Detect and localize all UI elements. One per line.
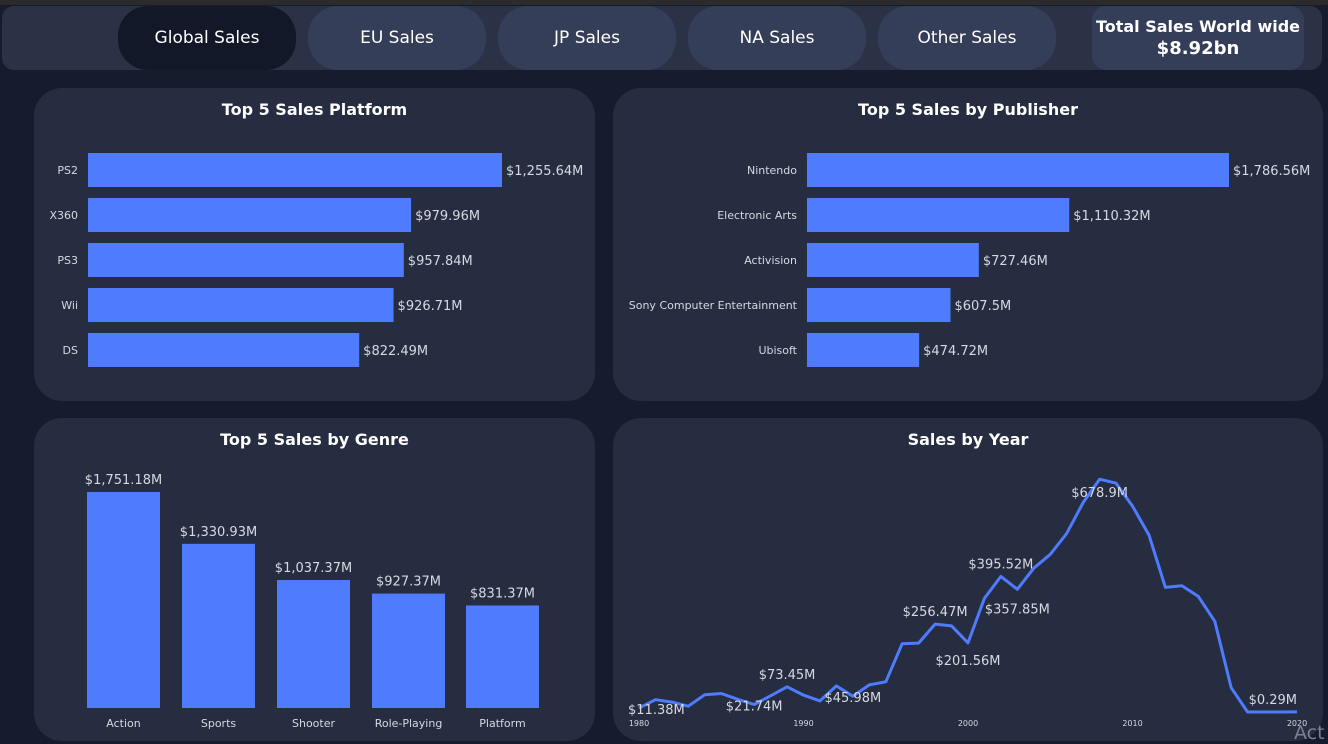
publisher-category-label: Sony Computer Entertainment <box>629 299 798 312</box>
publisher-category-label: Nintendo <box>747 164 797 177</box>
genre-bar <box>182 543 255 708</box>
platform-data-label: $1,255.64M <box>506 164 583 179</box>
platform-category-label: Wii <box>61 299 78 312</box>
genre-bar <box>372 593 445 708</box>
total-sales-value: $8.92bn <box>1156 38 1240 59</box>
year-chart-panel: Sales by Year 1980 1990 2000 2010 2020 $11.38… <box>613 418 1323 741</box>
genre-data-label: $1,330.93M <box>180 525 257 540</box>
genre-data-label: $1,037.37M <box>275 561 352 576</box>
publisher-category-label: Activision <box>744 254 797 267</box>
total-sales-label: Total Sales World wide <box>1095 17 1301 36</box>
publisher-bar <box>807 333 920 367</box>
genre-category-label: Role-Playing <box>375 717 443 730</box>
platform-bar <box>88 153 502 187</box>
genre-bar <box>277 580 350 708</box>
publisher-data-label: $607.5M <box>954 299 1011 314</box>
tab-jp-sales[interactable]: JP Sales <box>498 6 676 70</box>
sales-line <box>638 477 1298 714</box>
year-data-label: $395.52M <box>968 557 1033 572</box>
platform-category-label: DS <box>63 344 78 357</box>
genre-data-label: $1,751.18M <box>85 473 162 488</box>
platform-bar <box>88 243 404 277</box>
year-data-label: $21.74M <box>726 700 783 715</box>
x-tick-label: 2010 <box>1122 719 1142 728</box>
genre-data-label: $927.37M <box>376 575 441 590</box>
year-data-label: $73.45M <box>759 668 816 683</box>
publisher-bar <box>807 288 951 322</box>
genre-bar <box>466 605 539 708</box>
x-tick-label: 1990 <box>793 719 813 728</box>
publisher-data-label: $474.72M <box>923 344 988 359</box>
genre-category-label: Sports <box>201 717 237 730</box>
platform-data-label: $979.96M <box>415 209 480 224</box>
platform-data-label: $926.71M <box>398 299 463 314</box>
tab-eu-sales[interactable]: EU Sales <box>308 6 486 70</box>
year-data-label: $11.38M <box>628 703 685 718</box>
platform-data-label: $822.49M <box>363 344 428 359</box>
platform-data-label: $957.84M <box>408 254 473 269</box>
year-line-chart: 1980 1990 2000 2010 2020$11.38M $21.74M$73.45… <box>628 477 1307 728</box>
year-data-label: $201.56M <box>936 654 1001 669</box>
genre-category-label: Shooter <box>292 717 335 730</box>
year-data-label: $256.47M <box>903 605 968 620</box>
genre-category-label: Platform <box>479 717 525 730</box>
tab-na-sales[interactable]: NA Sales <box>688 6 866 70</box>
platform-bar <box>88 288 394 322</box>
total-sales-card: Total Sales World wide $8.92bn <box>1092 6 1304 70</box>
platform-category-label: PS2 <box>57 164 78 177</box>
platform-bar-chart: PS2 $1,255.64M X360 $979.96M PS3 $957.84M Wii $… <box>49 153 583 367</box>
platform-chart-panel: Top 5 Sales Platform PS2 $1,255.64M X360 $9… <box>34 88 595 401</box>
year-data-label: $45.98M <box>824 691 881 706</box>
genre-chart-panel: Top 5 Sales by Genre $1,751.18M Action $1,… <box>34 418 595 741</box>
genre-column-chart: $1,751.18M Action $1,330.93M Sports $1,037.3… <box>85 473 539 730</box>
x-tick-label: 2000 <box>958 719 978 728</box>
tab-global-sales[interactable]: Global Sales <box>118 6 296 70</box>
window-top-strip <box>0 0 1328 5</box>
genre-bar <box>87 492 160 708</box>
publisher-bar-chart: Nintendo $1,786.56M Electronic Arts $1,110.… <box>629 153 1310 367</box>
platform-bar <box>88 198 412 232</box>
publisher-data-label: $1,110.32M <box>1073 209 1150 224</box>
tab-other-sales[interactable]: Other Sales <box>878 6 1056 70</box>
publisher-bar <box>807 243 979 277</box>
year-data-label: $0.29M <box>1249 693 1297 708</box>
publisher-data-label: $1,786.56M <box>1233 164 1310 179</box>
publisher-chart-panel: Top 5 Sales by Publisher Nintendo $1,786.… <box>613 88 1323 401</box>
publisher-bar <box>807 198 1070 232</box>
publisher-category-label: Electronic Arts <box>717 209 797 222</box>
publisher-bar <box>807 153 1229 187</box>
platform-bar <box>88 333 360 367</box>
platform-category-label: PS3 <box>57 254 78 267</box>
platform-category-label: X360 <box>49 209 78 222</box>
genre-data-label: $831.37M <box>470 586 535 601</box>
genre-category-label: Action <box>106 717 140 730</box>
publisher-category-label: Ubisoft <box>758 344 797 357</box>
x-tick-label: 1980 <box>629 719 649 728</box>
year-data-label: $357.85M <box>985 602 1050 617</box>
publisher-data-label: $727.46M <box>983 254 1048 269</box>
year-data-label: $678.9M <box>1071 486 1128 501</box>
